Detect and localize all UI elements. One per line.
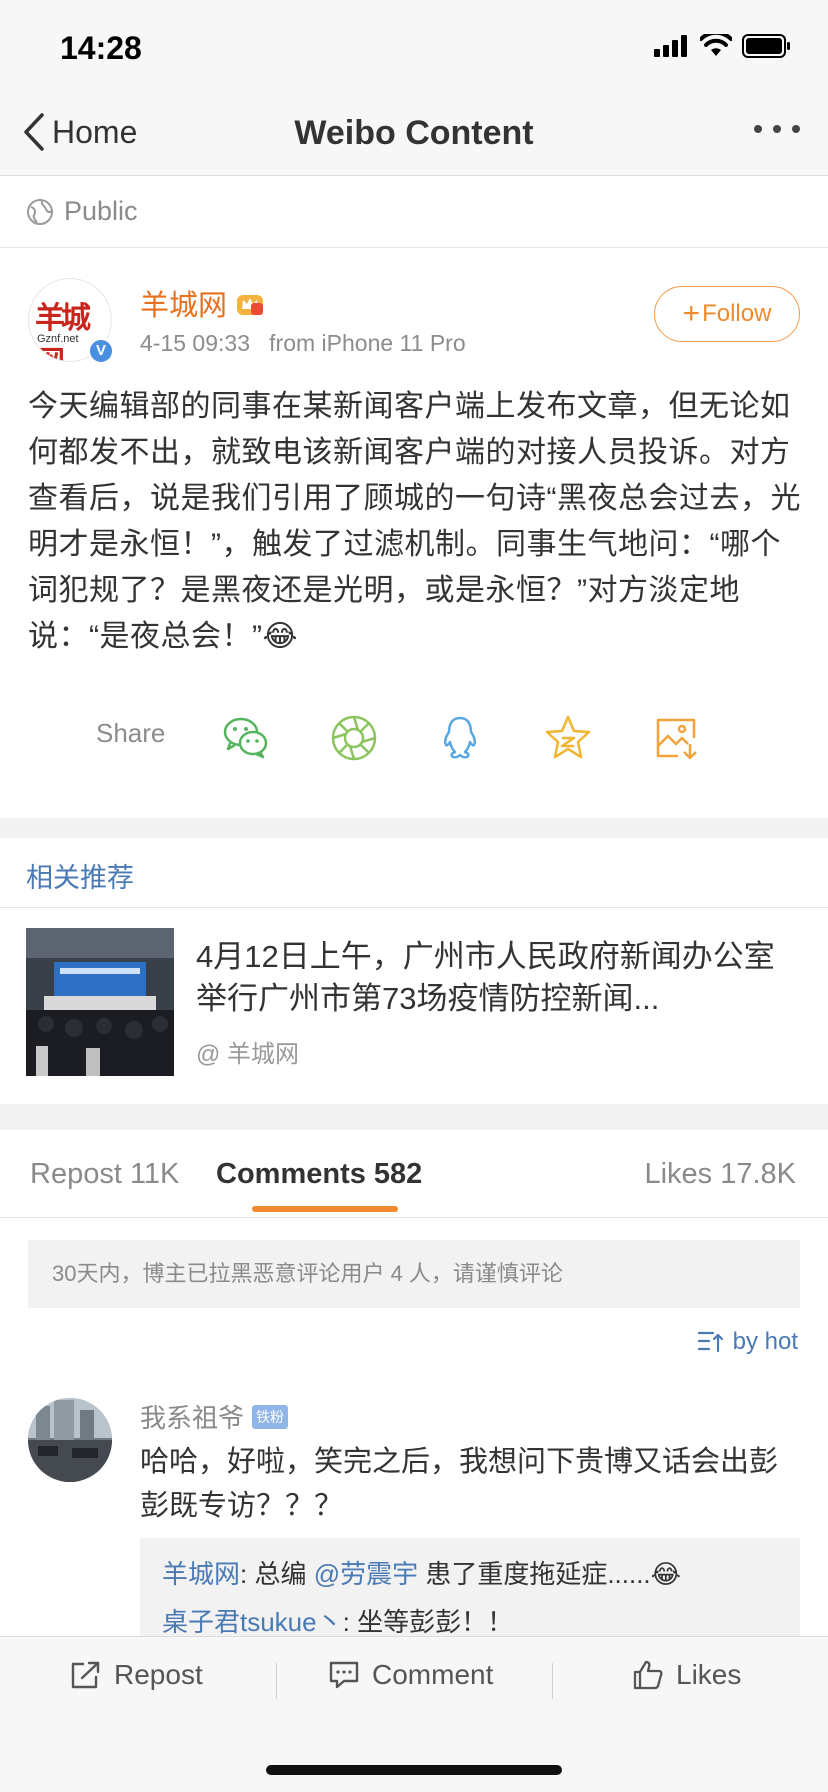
reply-separator: : [342,1607,358,1637]
more-button[interactable] [752,122,802,140]
post-meta: 4-15 09:33 from iPhone 11 Pro [140,330,466,357]
active-tab-indicator [252,1206,398,1212]
visibility-label: Public [64,196,138,226]
follow-button[interactable]: + Follow [654,286,800,342]
commenter-avatar[interactable] [28,1398,112,1482]
battery-icon [742,34,790,58]
press-conference-thumbnail [26,928,174,1076]
comment-label: Comment [372,1659,494,1690]
comment-notice: 30天内，博主已拉黑恶意评论用户 4 人，请谨慎评论 [28,1240,800,1308]
author-name-text: 羊城网 [140,290,228,322]
signal-icon [654,35,687,57]
commenter-name[interactable]: 我系祖爷 铁粉 [140,1398,289,1435]
related-card[interactable]: 4月12日上午，广州市人民政府新闻办公室举行广州市第73场疫情防控新闻... @… [0,908,828,1104]
post-source: from iPhone 11 Pro [269,330,466,356]
related-header-label: 相关推荐 [26,863,134,893]
home-indicator [266,1765,562,1775]
related-thumbnail [26,928,174,1076]
repost-button[interactable]: Repost [70,1659,203,1691]
post-time: 4-15 09:33 [140,330,250,356]
reply-item: 羊城网: 总编 @劳震宇 患了重度拖延症......😂 [162,1550,778,1598]
tab-repost[interactable]: Repost 11K [30,1158,179,1191]
plus-icon: + [682,297,701,330]
more-dots-icon [754,125,800,133]
fan-badge: 铁粉 [252,1404,289,1429]
follow-label: Follow [702,300,772,327]
moments-icon[interactable] [328,712,380,764]
related-header: 相关推荐 [0,838,828,908]
nav-bar: Home Weibo Content [0,100,828,176]
section-divider [0,818,828,838]
save-image-icon[interactable] [650,712,702,764]
page-title: Weibo Content [294,114,534,152]
qq-icon[interactable] [434,712,486,764]
reply-user[interactable]: 桌子君tsukue丶 [162,1607,343,1637]
reply-text: 坐等彭彭！！ [357,1607,514,1637]
avatar-logo-subtext: Gznf.net [37,333,79,345]
post-text: 今天编辑部的同事在某新闻客户端上发布文章，但无论如何都发不出，就致电该新闻客户端… [28,390,801,653]
likes-label: Likes [676,1659,742,1690]
status-time: 14:28 [60,30,142,66]
section-divider [0,1104,828,1130]
repost-icon [71,1661,100,1689]
reply-separator: : 总编 [240,1559,314,1589]
verified-icon: V [88,338,114,364]
like-button[interactable]: Likes [632,1659,741,1691]
wifi-icon [700,34,732,56]
street-photo-avatar [28,1398,112,1482]
comment-item: 我系祖爷 铁粉 哈哈，好啦，笑完之后，我想问下贵博又话会出彭彭既专访？？？ 羊城… [0,1392,828,1648]
divider [552,1663,553,1699]
globe-icon [27,198,53,225]
related-title: 4月12日上午，广州市人民政府新闻办公室举行广州市第73场疫情防控新闻... [196,939,775,1016]
member-crown-icon [237,295,264,315]
status-bar: 14:28 [0,0,828,100]
reply-text: 患了重度拖延症......😂 [418,1559,682,1589]
wechat-icon[interactable] [220,712,272,764]
share-row: Share [0,698,828,778]
visibility-row: Public [0,176,828,248]
comment-text: 哈哈，好啦，笑完之后，我想问下贵博又话会出彭彭既专访？？？ [140,1446,779,1522]
author-name[interactable]: 羊城网 [140,282,265,324]
commenter-name-text: 我系祖爷 [140,1403,245,1433]
comment-replies[interactable]: 羊城网: 总编 @劳震宇 患了重度拖延症......😂 桌子君tsukue丶 : … [140,1538,800,1648]
tab-likes[interactable]: Likes 17.8K [644,1158,796,1191]
favorite-icon[interactable] [542,712,594,764]
thumbs-up-icon [633,1660,663,1690]
tab-comments[interactable]: Comments 582 [216,1158,422,1191]
reply-mention[interactable]: @劳震宇 [314,1559,418,1589]
bottom-action-bar: Repost Comment Likes [0,1636,828,1792]
sort-icon [697,1331,723,1353]
sort-button[interactable]: by hot [697,1328,798,1356]
comment-button[interactable]: Comment [328,1659,493,1691]
reply-user[interactable]: 羊城网 [162,1559,240,1589]
divider [276,1663,277,1699]
comment-icon [329,1661,359,1689]
repost-label: Repost [114,1659,203,1690]
share-label: Share [96,718,166,748]
sort-label: by hot [732,1328,798,1355]
tab-bar: Repost 11K Comments 582 Likes 17.8K [0,1130,828,1218]
status-icons [654,34,792,58]
related-source: @ 羊城网 [196,1041,300,1068]
post: 羊城网 Gznf.net V 羊城网 4-15 09:33 from iPhon… [0,248,828,818]
